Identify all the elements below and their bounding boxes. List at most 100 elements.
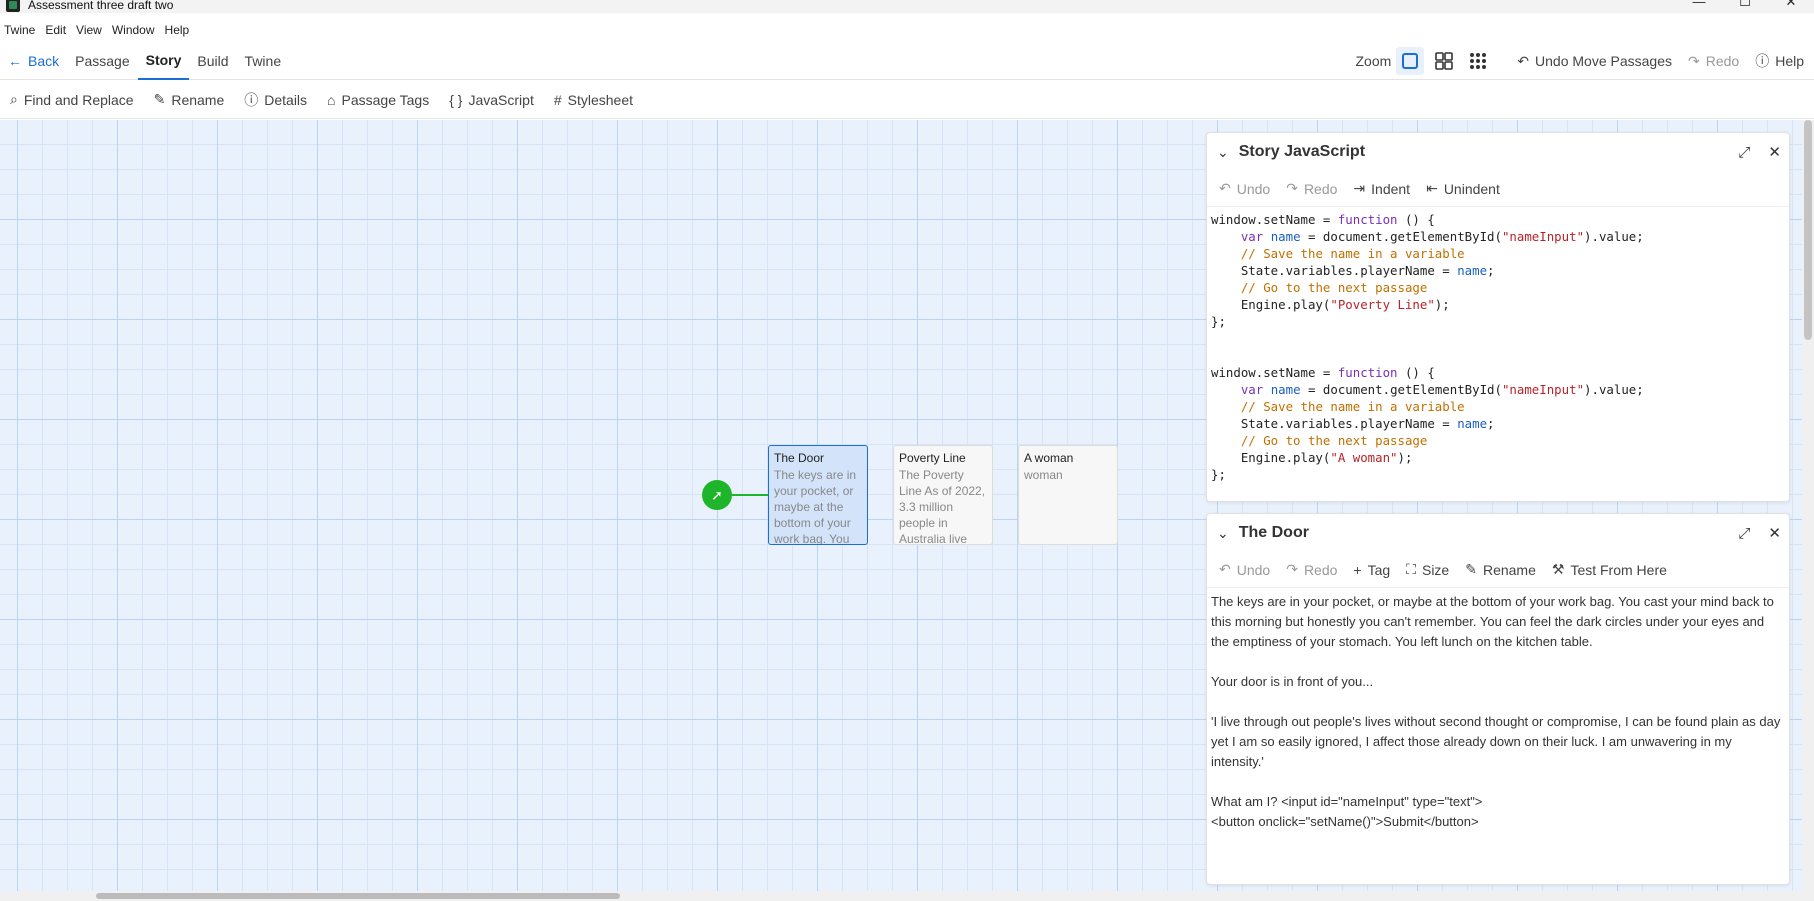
js-undo-button[interactable]: ↶ Undo	[1211, 171, 1278, 207]
stylesheet-button[interactable]: # Stylesheet	[544, 81, 643, 119]
test-from-here-button[interactable]: ⚒ Test From Here	[1544, 552, 1675, 588]
undo-icon: ↶	[1517, 52, 1530, 69]
size-label: Size	[1421, 561, 1450, 578]
passage-text-editor[interactable]: The keys are in your pocket, or maybe at…	[1207, 588, 1789, 836]
zoom-60-button[interactable]	[1430, 47, 1458, 75]
passage-card-poverty-line[interactable]: Poverty Line The Poverty Line As of 2022…	[893, 445, 993, 545]
indent-button[interactable]: ⇥ Indent	[1345, 171, 1418, 207]
passage-tags-button[interactable]: ⌂ Passage Tags	[317, 81, 439, 119]
unindent-button[interactable]: ⇤ Unindent	[1418, 171, 1508, 207]
back-label: Back	[28, 52, 60, 69]
tags-icon: ⌂	[327, 91, 336, 108]
undo-move-passages-button[interactable]: ↶ Undo Move Passages	[1509, 42, 1680, 80]
help-circle-icon: ⓘ	[1755, 53, 1770, 69]
rename-passage-button[interactable]: ✎ Rename	[1457, 552, 1544, 588]
passage-card-the-door[interactable]: The Door The keys are in your pocket, or…	[768, 445, 868, 545]
chevron-down-icon[interactable]: ⌄	[1217, 144, 1229, 161]
passage-excerpt: The keys are in your pocket, or maybe at…	[774, 468, 857, 545]
story-javascript-dialog: ⌄ Story JavaScript ⤢ ✕ ↶ Undo ↷ Redo ⇥ I…	[1206, 132, 1790, 502]
dialog-header-buttons: ⤢ ✕	[1720, 514, 1781, 552]
braces-icon: { }	[449, 91, 463, 108]
menu-window[interactable]: Window	[108, 23, 161, 37]
maximize-icon[interactable]: ⤢	[1738, 144, 1750, 161]
passage-tags-label: Passage Tags	[341, 91, 430, 108]
rename-label: Rename	[171, 91, 225, 108]
details-button[interactable]: ⓘ Details	[234, 81, 317, 119]
undo-label: Undo	[1236, 561, 1271, 578]
rocket-icon: ➚	[702, 480, 732, 510]
four-squares-icon	[1435, 52, 1454, 70]
plus-icon: +	[1353, 561, 1362, 578]
vertical-scrollbar[interactable]	[1802, 120, 1814, 891]
tag-label: Tag	[1367, 561, 1391, 578]
help-button[interactable]: ⓘ Help	[1747, 42, 1814, 80]
passage-excerpt: The Poverty Line As of 2022, 3.3 million…	[899, 468, 986, 545]
horizontal-scrollbar[interactable]	[0, 891, 1814, 901]
passage-redo-button[interactable]: ↷ Redo	[1278, 552, 1345, 588]
tab-twine[interactable]: Twine	[237, 42, 290, 80]
redo-label: Redo	[1303, 561, 1338, 578]
indent-label: Indent	[1371, 180, 1411, 197]
add-tag-button[interactable]: + Tag	[1345, 552, 1398, 588]
dialog-header: ⌄ The Door ⤢ ✕	[1207, 514, 1789, 552]
vertical-scroll-thumb[interactable]	[1804, 120, 1812, 340]
pen-icon: ✎	[153, 91, 166, 107]
redo-button[interactable]: ↷ Redo	[1680, 42, 1747, 80]
javascript-button[interactable]: { } JavaScript	[439, 81, 544, 119]
indent-icon: ⇥	[1353, 180, 1366, 196]
undo-icon: ↶	[1219, 561, 1231, 577]
info-icon: ⓘ	[244, 91, 259, 108]
zoom-100-button[interactable]	[1396, 47, 1425, 75]
close-icon[interactable]: ✕	[1768, 524, 1781, 542]
redo-label: Redo	[1705, 53, 1740, 69]
js-redo-button[interactable]: ↷ Redo	[1278, 171, 1345, 207]
javascript-code-editor[interactable]: window.setName = function () { var name …	[1207, 207, 1789, 487]
js-dialog-toolbar: ↶ Undo ↷ Redo ⇥ Indent ⇤ Unindent	[1207, 171, 1789, 207]
dialog-title: The Door	[1238, 524, 1309, 541]
passage-name: A woman	[1024, 451, 1074, 465]
passage-dialog-toolbar: ↶ Undo ↷ Redo + Tag ⛶ Size ✎ Rename ⚒ Te…	[1207, 552, 1789, 588]
find-replace-button[interactable]: ⌕ Find and Replace	[0, 81, 144, 119]
menu-bar: Twine Edit View Window Help	[0, 19, 195, 41]
close-window-button[interactable]: ✕	[1768, 0, 1814, 10]
dialog-header-buttons: ⤢ ✕	[1720, 133, 1781, 171]
redo-icon: ↷	[1286, 561, 1298, 577]
back-button[interactable]: ← Back	[0, 42, 67, 80]
search-icon: ⌕	[10, 91, 18, 107]
maximize-button[interactable]: ☐	[1722, 0, 1768, 10]
single-square-icon	[1402, 53, 1419, 69]
tab-passage[interactable]: Passage	[67, 42, 137, 80]
tab-build[interactable]: Build	[189, 42, 236, 80]
redo-icon: ↷	[1688, 52, 1700, 69]
menu-edit[interactable]: Edit	[41, 23, 72, 37]
passage-undo-button[interactable]: ↶ Undo	[1211, 552, 1278, 588]
menu-help[interactable]: Help	[161, 23, 196, 37]
window-controls: — ☐ ✕	[1676, 0, 1814, 10]
details-label: Details	[264, 91, 308, 108]
chevron-down-icon[interactable]: ⌄	[1217, 525, 1229, 542]
undo-move-label: Undo Move Passages	[1535, 53, 1672, 69]
twine-app-icon	[6, 0, 20, 12]
hash-icon: #	[553, 91, 562, 108]
window-titlebar: Assessment three draft two — ☐ ✕	[0, 0, 1814, 13]
menu-twine[interactable]: Twine	[0, 23, 41, 37]
passage-name: Poverty Line	[899, 451, 966, 465]
passage-card-a-woman[interactable]: A woman woman	[1018, 445, 1118, 545]
menu-view[interactable]: View	[72, 23, 108, 37]
find-replace-label: Find and Replace	[23, 91, 134, 108]
size-button[interactable]: ⛶ Size	[1398, 552, 1457, 588]
window-title: Assessment three draft two	[28, 0, 174, 12]
unindent-label: Unindent	[1443, 180, 1500, 197]
close-icon[interactable]: ✕	[1768, 143, 1781, 161]
tab-story[interactable]: Story	[137, 42, 190, 80]
zoom-30-button[interactable]	[1464, 47, 1492, 75]
maximize-icon[interactable]: ⤢	[1738, 525, 1750, 542]
rename-story-button[interactable]: ✎ Rename	[144, 81, 235, 119]
horizontal-scroll-thumb[interactable]	[96, 893, 620, 899]
minimize-button[interactable]: —	[1676, 0, 1722, 10]
dialog-header: ⌄ Story JavaScript ⤢ ✕	[1207, 133, 1789, 171]
redo-icon: ↷	[1286, 180, 1298, 196]
passage-edit-dialog-the-door: ⌄ The Door ⤢ ✕ ↶ Undo ↷ Redo + Tag ⛶ Siz…	[1206, 513, 1790, 885]
undo-icon: ↶	[1219, 180, 1231, 196]
passage-excerpt: woman	[1024, 468, 1063, 482]
